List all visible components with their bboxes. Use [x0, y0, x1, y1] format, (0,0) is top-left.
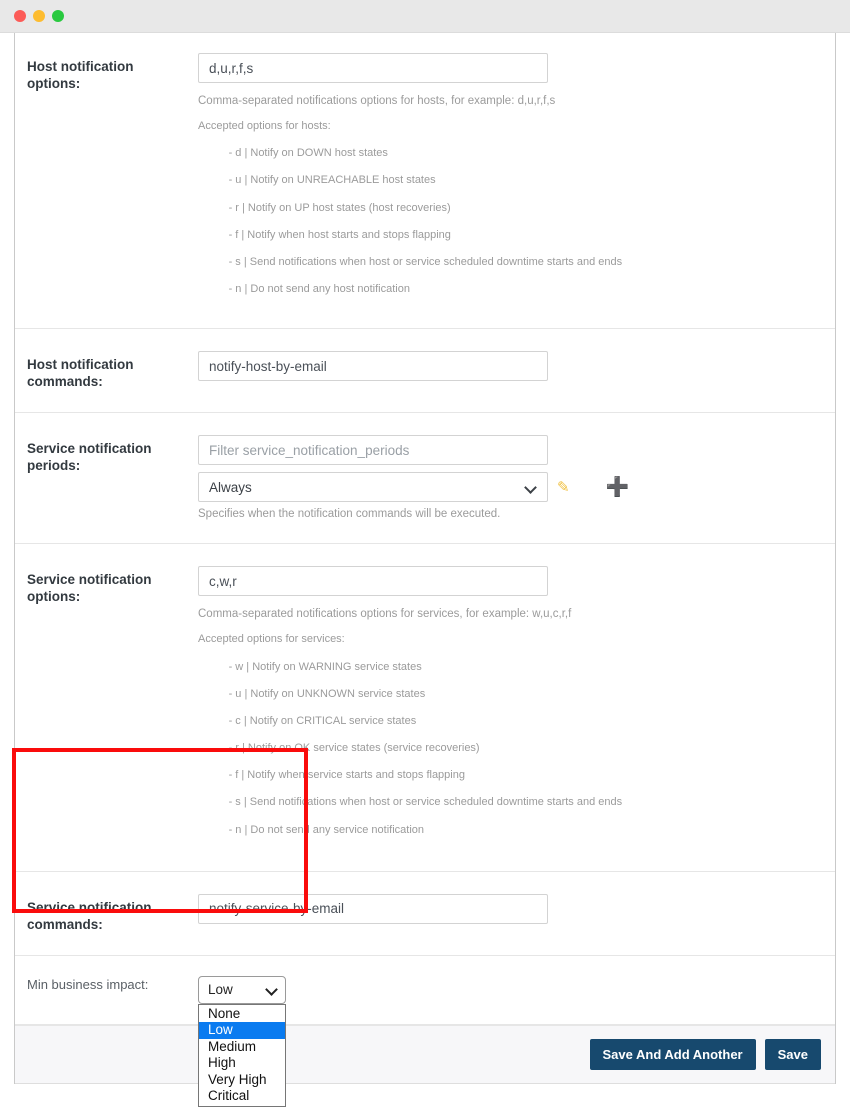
- min-business-impact-select[interactable]: Low: [198, 975, 286, 1004]
- service-notification-commands-input[interactable]: [198, 893, 548, 924]
- chevron-down-icon: [267, 984, 278, 995]
- service-notification-periods-filter-input[interactable]: [198, 435, 548, 466]
- field-service-notification-options: Comma-separated notifications options fo…: [198, 566, 835, 851]
- option-very-high[interactable]: Very High: [199, 1072, 285, 1089]
- min-business-impact-options-list[interactable]: None Low Medium High Very High Critical: [198, 1003, 286, 1107]
- accepted-option-svc-u: - u | Notify on UNKNOWN service states: [228, 687, 426, 700]
- pencil-icon[interactable]: ✎: [557, 480, 570, 495]
- field-min-business-impact: Low None Low Medium High Very High Criti…: [198, 975, 835, 1107]
- service-notification-periods-selected-value: Always: [209, 479, 252, 495]
- option-high[interactable]: High: [199, 1055, 285, 1072]
- service-notification-periods-select[interactable]: Always: [198, 472, 548, 503]
- option-low[interactable]: Low: [199, 1022, 285, 1039]
- form-row-host-notification-options: Host notification options: Comma-separat…: [15, 33, 835, 330]
- accepted-option-host-d: - d | Notify on DOWN host states: [228, 147, 388, 160]
- form-row-service-notification-commands: Service notification commands:: [15, 871, 835, 956]
- save-and-add-another-button[interactable]: Save And Add Another: [589, 1038, 756, 1070]
- accepted-option-svc-f: - f | Notify when service starts and sto…: [228, 769, 465, 782]
- option-none[interactable]: None: [199, 1006, 285, 1023]
- minimize-window-button[interactable]: [33, 10, 45, 22]
- accepted-option-svc-c: - c | Notify on CRITICAL service states: [228, 714, 417, 727]
- min-business-impact-selected-value: Low: [208, 982, 233, 998]
- form-row-service-notification-options: Service notification options: Comma-sepa…: [15, 544, 835, 872]
- field-service-notification-periods: Always ✎ ➕ Specifies when the notificati…: [198, 435, 835, 521]
- form-row-min-business-impact: Min business impact: Low None Low Medium…: [15, 955, 835, 1107]
- form-row-service-notification-periods: Service notification periods: Always ✎ ➕…: [15, 413, 835, 545]
- host-notification-options-input[interactable]: [198, 53, 548, 83]
- save-button[interactable]: Save: [764, 1038, 821, 1070]
- accepted-option-host-r: - r | Notify on UP host states (host rec…: [228, 201, 451, 214]
- help-service-notification-options: Comma-separated notifications options fo…: [198, 608, 572, 621]
- accepted-option-svc-n: - n | Do not send any service notificati…: [228, 823, 425, 836]
- label-host-notification-options: Host notification options:: [27, 59, 134, 91]
- notification-settings-form: Host notification options: Comma-separat…: [14, 33, 836, 1107]
- label-service-notification-commands: Service notification commands:: [27, 899, 152, 932]
- close-window-button[interactable]: [14, 10, 26, 22]
- min-business-impact-select-wrap: Low None Low Medium High Very High Criti…: [198, 975, 286, 1107]
- browser-title-bar: [0, 0, 850, 33]
- option-medium[interactable]: Medium: [199, 1039, 285, 1056]
- host-notification-commands-input[interactable]: [198, 351, 548, 382]
- accepted-option-host-n: - n | Do not send any host notification: [228, 283, 410, 296]
- plus-icon[interactable]: ➕: [606, 478, 630, 497]
- chevron-down-icon: [526, 482, 537, 493]
- field-service-notification-commands: [198, 893, 835, 924]
- form-footer: Save And Add Another Save: [15, 1024, 835, 1084]
- accepted-options-services-title: Accepted options for services:: [198, 633, 345, 646]
- service-notification-options-input[interactable]: [198, 566, 548, 597]
- page-body: Host notification options: Comma-separat…: [0, 33, 850, 1107]
- label-host-notification-commands: Host notification commands:: [27, 357, 134, 390]
- accepted-option-svc-w: - w | Notify on WARNING service states: [228, 660, 422, 673]
- help-service-notification-periods: Specifies when the notification commands…: [198, 508, 501, 521]
- label-service-notification-periods: Service notification periods:: [27, 441, 152, 474]
- accepted-options-hosts-title: Accepted options for hosts:: [198, 120, 331, 132]
- accepted-option-svc-s: - s | Send notifications when host or se…: [228, 796, 623, 809]
- label-min-business-impact: Min business impact:: [27, 976, 149, 992]
- label-service-notification-options: Service notification options:: [27, 572, 152, 605]
- accepted-option-host-f: - f | Notify when host starts and stops …: [228, 228, 451, 241]
- accepted-option-host-u: - u | Notify on UNREACHABLE host states: [228, 174, 436, 187]
- maximize-window-button[interactable]: [52, 10, 64, 22]
- window-controls: [14, 10, 64, 22]
- help-host-notification-options: Comma-separated notifications options fo…: [198, 95, 556, 107]
- accepted-option-host-s: - s | Send notifications when host or se…: [228, 255, 623, 268]
- service-notification-periods-select-line: Always ✎ ➕: [198, 472, 823, 503]
- accepted-options-services: Accepted options for services: - w | Not…: [198, 633, 823, 851]
- field-host-notification-options: Comma-separated notifications options fo…: [198, 53, 835, 310]
- form-row-host-notification-commands: Host notification commands:: [15, 329, 835, 414]
- accepted-option-svc-r: - r | Notify on OK service states (servi…: [228, 742, 480, 755]
- field-host-notification-commands: [198, 351, 835, 382]
- option-critical[interactable]: Critical: [199, 1088, 285, 1105]
- accepted-options-hosts: Accepted options for hosts: - d | Notify…: [198, 120, 823, 310]
